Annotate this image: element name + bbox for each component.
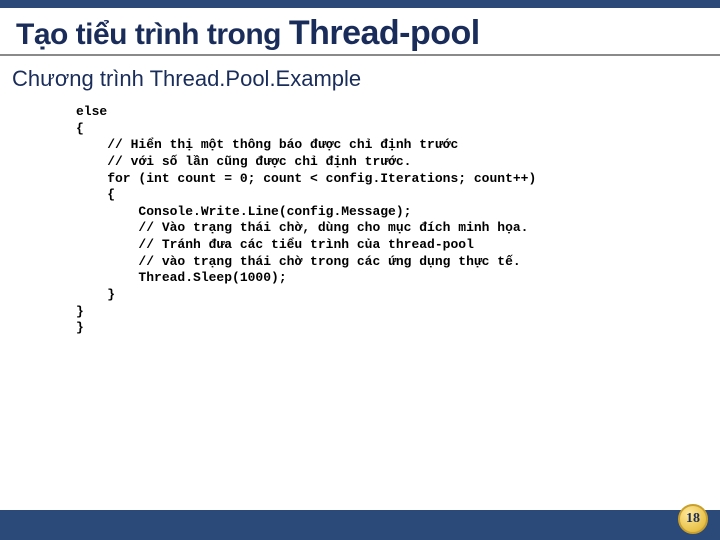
- code-block: else { // Hiển thị một thông báo được ch…: [76, 104, 536, 337]
- title-prefix: Tạo tiểu trình trong: [16, 18, 289, 51]
- page-number: 18: [686, 511, 700, 527]
- page-number-badge: 18: [678, 504, 708, 534]
- slide-title: Tạo tiểu trình trong Thread-pool: [16, 14, 480, 53]
- slide-subtitle: Chương trình Thread.Pool.Example: [12, 66, 361, 92]
- title-main: Thread-pool: [289, 14, 480, 52]
- footer-bar: [0, 510, 720, 540]
- title-underline: [0, 54, 720, 56]
- top-accent-bar: [0, 0, 720, 8]
